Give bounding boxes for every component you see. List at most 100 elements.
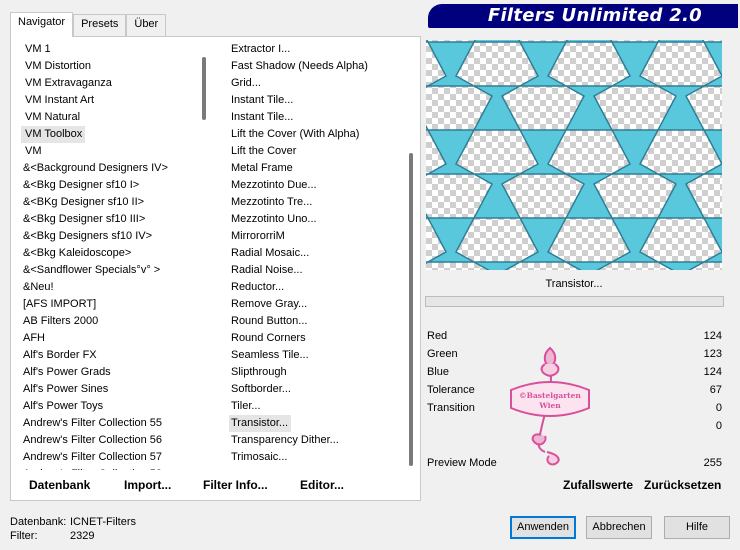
filter-item[interactable]: Reductor... xyxy=(229,279,399,296)
svg-text:©Bastelgarten: ©Bastelgarten xyxy=(519,391,581,400)
category-item[interactable]: Andrew's Filter Collection 58 xyxy=(21,466,196,470)
filter-item[interactable]: Tiler... xyxy=(229,398,399,415)
filter-item[interactable]: Softborder... xyxy=(229,381,399,398)
category-item[interactable]: AFH xyxy=(21,330,196,347)
filter-info-button[interactable]: Filter Info... xyxy=(203,478,268,492)
tab-strip: Navigator Presets Über xyxy=(10,12,167,37)
pattern-tile xyxy=(701,129,722,175)
filter-item[interactable]: Metal Frame xyxy=(229,160,399,177)
filter-item[interactable]: Radial Noise... xyxy=(229,262,399,279)
category-item[interactable]: VM Natural xyxy=(21,109,196,126)
category-item[interactable]: Andrew's Filter Collection 55 xyxy=(21,415,196,432)
editor-button[interactable]: Editor... xyxy=(300,478,344,492)
pattern-tile xyxy=(426,129,523,219)
category-item[interactable]: Alf's Power Grads xyxy=(21,364,196,381)
category-item[interactable]: AB Filters 2000 xyxy=(21,313,196,330)
category-item[interactable]: VM Extravaganza xyxy=(21,75,196,92)
category-item[interactable]: Andrew's Filter Collection 57 xyxy=(21,449,196,466)
category-item[interactable]: Alf's Border FX xyxy=(21,347,196,364)
category-item[interactable]: &<Bkg Designer sf10 III> xyxy=(21,211,196,228)
pattern-tile xyxy=(517,217,615,270)
param-value[interactable]: 0 xyxy=(716,402,722,414)
datenbank-button[interactable]: Datenbank xyxy=(29,478,90,492)
brand-banner: Filters Unlimited 2.0 xyxy=(428,4,738,28)
pattern-tile xyxy=(426,41,523,131)
category-item[interactable]: VM xyxy=(21,143,196,160)
param-label: Red xyxy=(427,330,448,342)
status-filter-value: 2329 xyxy=(70,530,95,542)
filter-item[interactable]: Mezzotinto Tre... xyxy=(229,194,399,211)
category-item[interactable]: &<BKg Designer sf10 II> xyxy=(21,194,196,211)
filter-item[interactable]: MirrororriM xyxy=(229,228,399,245)
category-item[interactable]: VM 1 xyxy=(21,41,196,58)
apply-button[interactable]: Anwenden xyxy=(510,516,576,539)
preview-mode-value[interactable]: 255 xyxy=(704,457,722,469)
preview-mode-row: Preview Mode 255 xyxy=(427,455,722,473)
filter-item[interactable]: Instant Tile... xyxy=(229,109,399,126)
filter-item[interactable]: Radial Mosaic... xyxy=(229,245,399,262)
pattern-tile xyxy=(701,41,722,87)
cancel-button[interactable]: Abbrechen xyxy=(586,516,652,539)
filter-item[interactable]: Grid... xyxy=(229,75,399,92)
status-bar: Datenbank: ICNET-Filters Filter: 2329 xyxy=(10,515,136,543)
preview-image xyxy=(426,40,722,270)
param-value[interactable]: 124 xyxy=(704,330,722,342)
filter-item[interactable]: Lift the Cover xyxy=(229,143,399,160)
category-item[interactable]: &<Bkg Kaleidoscope> xyxy=(21,245,196,262)
filter-item[interactable]: Mezzotinto Due... xyxy=(229,177,399,194)
status-datenbank-value: ICNET-Filters xyxy=(70,516,136,528)
param-value[interactable]: 124 xyxy=(704,366,722,378)
param-value[interactable]: 67 xyxy=(710,384,722,396)
brand-title: Filters Unlimited 2.0 xyxy=(487,5,702,26)
param-value[interactable]: 0 xyxy=(716,420,722,432)
param-label: Green xyxy=(427,348,458,360)
category-item[interactable]: Alf's Power Sines xyxy=(21,381,196,398)
pattern-tile xyxy=(609,217,707,270)
svg-text:Wien: Wien xyxy=(538,401,561,410)
filter-item[interactable]: Mezzotinto Uno... xyxy=(229,211,399,228)
import-button[interactable]: Import... xyxy=(124,478,171,492)
filter-item[interactable]: Lift the Cover (With Alpha) xyxy=(229,126,399,143)
filter-item[interactable]: Instant Tile... xyxy=(229,92,399,109)
param-label: Tolerance xyxy=(427,384,475,396)
category-item[interactable]: VM Toolbox xyxy=(21,126,86,143)
filter-item[interactable]: Slipthrough xyxy=(229,364,399,381)
category-item[interactable]: VM Instant Art xyxy=(21,92,196,109)
filter-item[interactable]: Fast Shadow (Needs Alpha) xyxy=(229,58,399,75)
category-list[interactable]: VM 1 VM Distortion VM Extravaganza VM Insta… xyxy=(21,40,196,470)
category-item[interactable]: &<Sandflower Specials°v° > xyxy=(21,262,196,279)
category-item[interactable]: &<Bkg Designers sf10 IV> xyxy=(21,228,196,245)
filter-item[interactable]: Transparency Dither... xyxy=(229,432,399,449)
filter-item[interactable]: Round Corners xyxy=(229,330,399,347)
filter-item[interactable]: Transistor... xyxy=(229,415,292,432)
category-item[interactable]: VM Distortion xyxy=(21,58,196,75)
param-value[interactable]: 123 xyxy=(704,348,722,360)
tab-presets[interactable]: Presets xyxy=(73,14,127,36)
zuruecksetzen-button[interactable]: Zurücksetzen xyxy=(644,478,721,492)
pattern-tile xyxy=(609,41,707,131)
category-item[interactable]: Alf's Power Toys xyxy=(21,398,196,415)
category-item[interactable]: &Neu! xyxy=(21,279,196,296)
filter-list-scrollbar[interactable] xyxy=(409,153,413,466)
help-button[interactable]: Hilfe xyxy=(664,516,730,539)
category-item[interactable]: &<Background Designers IV> xyxy=(21,160,196,177)
tab-uber[interactable]: Über xyxy=(126,14,167,36)
preview-filter-name: Transistor... xyxy=(545,278,603,290)
filter-item[interactable]: Seamless Tile... xyxy=(229,347,399,364)
param-label: Blue xyxy=(427,366,450,378)
filter-item[interactable]: Remove Gray... xyxy=(229,296,399,313)
status-filter-label: Filter: xyxy=(10,530,38,542)
category-item[interactable]: Andrew's Filter Collection 56 xyxy=(21,432,196,449)
status-datenbank-label: Datenbank: xyxy=(10,516,67,528)
filter-item[interactable]: Round Button... xyxy=(229,313,399,330)
filter-list[interactable]: Extractor I... Fast Shadow (Needs Alpha) G… xyxy=(229,40,399,470)
pattern-tile xyxy=(609,129,707,219)
category-item[interactable]: &<Bkg Designer sf10 I> xyxy=(21,177,196,194)
category-item[interactable]: [AFS IMPORT] xyxy=(21,296,196,313)
category-list-scrollbar[interactable] xyxy=(202,57,206,120)
zufallswerte-button[interactable]: Zufallswerte xyxy=(563,478,633,492)
tab-navigator[interactable]: Navigator xyxy=(10,12,74,37)
filter-item[interactable]: Trimosaic... xyxy=(229,449,399,466)
filter-item[interactable]: Extractor I... xyxy=(229,41,399,58)
navigator-button-bar: Datenbank Import... Filter Info... Edito… xyxy=(12,478,417,496)
